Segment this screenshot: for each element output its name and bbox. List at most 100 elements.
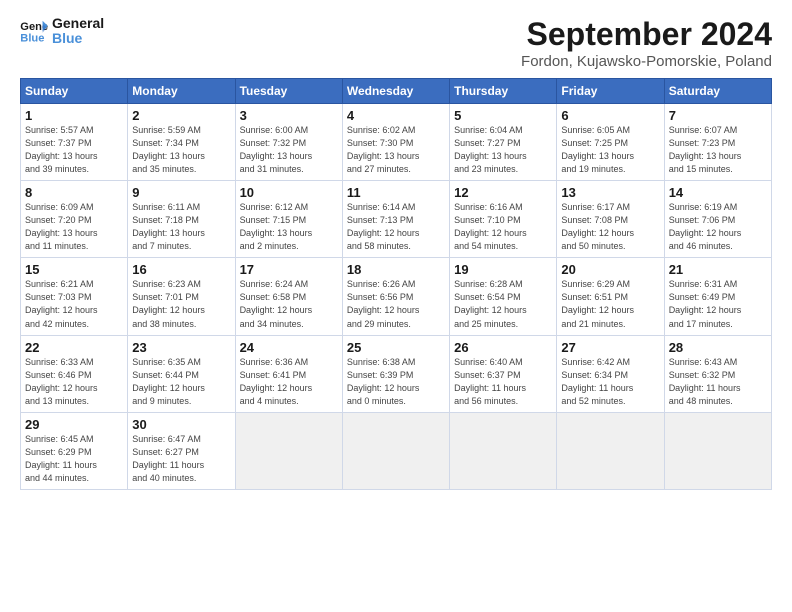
header: General Blue General Blue September 2024… <box>20 16 772 70</box>
day-info: Sunrise: 6:26 AM Sunset: 6:56 PM Dayligh… <box>347 278 445 330</box>
weekday-header: Friday <box>557 79 664 104</box>
day-info: Sunrise: 5:59 AM Sunset: 7:34 PM Dayligh… <box>132 124 230 176</box>
day-info: Sunrise: 6:47 AM Sunset: 6:27 PM Dayligh… <box>132 433 230 485</box>
weekday-header: Saturday <box>664 79 771 104</box>
logo-line1: General <box>52 16 104 31</box>
calendar-cell: 25Sunrise: 6:38 AM Sunset: 6:39 PM Dayli… <box>342 335 449 412</box>
day-number: 29 <box>25 417 123 432</box>
day-info: Sunrise: 6:45 AM Sunset: 6:29 PM Dayligh… <box>25 433 123 485</box>
calendar-cell: 20Sunrise: 6:29 AM Sunset: 6:51 PM Dayli… <box>557 258 664 335</box>
calendar-cell: 22Sunrise: 6:33 AM Sunset: 6:46 PM Dayli… <box>21 335 128 412</box>
day-number: 22 <box>25 340 123 355</box>
calendar-subtitle: Fordon, Kujawsko-Pomorskie, Poland <box>521 53 772 70</box>
calendar-cell: 29Sunrise: 6:45 AM Sunset: 6:29 PM Dayli… <box>21 412 128 489</box>
day-number: 21 <box>669 262 767 277</box>
day-number: 8 <box>25 185 123 200</box>
day-info: Sunrise: 6:14 AM Sunset: 7:13 PM Dayligh… <box>347 201 445 253</box>
calendar-cell: 8Sunrise: 6:09 AM Sunset: 7:20 PM Daylig… <box>21 181 128 258</box>
calendar-week-row: 29Sunrise: 6:45 AM Sunset: 6:29 PM Dayli… <box>21 412 772 489</box>
day-number: 27 <box>561 340 659 355</box>
day-number: 23 <box>132 340 230 355</box>
day-number: 17 <box>240 262 338 277</box>
day-info: Sunrise: 6:17 AM Sunset: 7:08 PM Dayligh… <box>561 201 659 253</box>
weekday-header: Tuesday <box>235 79 342 104</box>
calendar-cell: 18Sunrise: 6:26 AM Sunset: 6:56 PM Dayli… <box>342 258 449 335</box>
calendar-week-row: 1Sunrise: 5:57 AM Sunset: 7:37 PM Daylig… <box>21 104 772 181</box>
calendar-body: 1Sunrise: 5:57 AM Sunset: 7:37 PM Daylig… <box>21 104 772 490</box>
calendar-cell: 16Sunrise: 6:23 AM Sunset: 7:01 PM Dayli… <box>128 258 235 335</box>
calendar-cell: 10Sunrise: 6:12 AM Sunset: 7:15 PM Dayli… <box>235 181 342 258</box>
day-number: 16 <box>132 262 230 277</box>
day-info: Sunrise: 6:28 AM Sunset: 6:54 PM Dayligh… <box>454 278 552 330</box>
calendar-table: SundayMondayTuesdayWednesdayThursdayFrid… <box>20 78 772 490</box>
logo-line2: Blue <box>52 31 104 46</box>
day-number: 12 <box>454 185 552 200</box>
day-number: 11 <box>347 185 445 200</box>
weekday-header: Thursday <box>450 79 557 104</box>
day-number: 18 <box>347 262 445 277</box>
day-info: Sunrise: 6:23 AM Sunset: 7:01 PM Dayligh… <box>132 278 230 330</box>
calendar-cell: 26Sunrise: 6:40 AM Sunset: 6:37 PM Dayli… <box>450 335 557 412</box>
calendar-cell: 5Sunrise: 6:04 AM Sunset: 7:27 PM Daylig… <box>450 104 557 181</box>
calendar-cell <box>664 412 771 489</box>
calendar-cell: 13Sunrise: 6:17 AM Sunset: 7:08 PM Dayli… <box>557 181 664 258</box>
day-info: Sunrise: 6:19 AM Sunset: 7:06 PM Dayligh… <box>669 201 767 253</box>
calendar-cell: 14Sunrise: 6:19 AM Sunset: 7:06 PM Dayli… <box>664 181 771 258</box>
day-info: Sunrise: 6:12 AM Sunset: 7:15 PM Dayligh… <box>240 201 338 253</box>
day-info: Sunrise: 6:35 AM Sunset: 6:44 PM Dayligh… <box>132 356 230 408</box>
day-info: Sunrise: 5:57 AM Sunset: 7:37 PM Dayligh… <box>25 124 123 176</box>
day-info: Sunrise: 6:31 AM Sunset: 6:49 PM Dayligh… <box>669 278 767 330</box>
day-number: 7 <box>669 108 767 123</box>
calendar-cell: 9Sunrise: 6:11 AM Sunset: 7:18 PM Daylig… <box>128 181 235 258</box>
calendar-cell: 6Sunrise: 6:05 AM Sunset: 7:25 PM Daylig… <box>557 104 664 181</box>
calendar-cell: 23Sunrise: 6:35 AM Sunset: 6:44 PM Dayli… <box>128 335 235 412</box>
calendar-cell <box>235 412 342 489</box>
day-info: Sunrise: 6:29 AM Sunset: 6:51 PM Dayligh… <box>561 278 659 330</box>
day-info: Sunrise: 6:36 AM Sunset: 6:41 PM Dayligh… <box>240 356 338 408</box>
weekday-header-row: SundayMondayTuesdayWednesdayThursdayFrid… <box>21 79 772 104</box>
day-info: Sunrise: 6:02 AM Sunset: 7:30 PM Dayligh… <box>347 124 445 176</box>
day-info: Sunrise: 6:40 AM Sunset: 6:37 PM Dayligh… <box>454 356 552 408</box>
calendar-cell: 4Sunrise: 6:02 AM Sunset: 7:30 PM Daylig… <box>342 104 449 181</box>
calendar-cell: 15Sunrise: 6:21 AM Sunset: 7:03 PM Dayli… <box>21 258 128 335</box>
day-info: Sunrise: 6:11 AM Sunset: 7:18 PM Dayligh… <box>132 201 230 253</box>
day-number: 14 <box>669 185 767 200</box>
day-number: 2 <box>132 108 230 123</box>
day-info: Sunrise: 6:42 AM Sunset: 6:34 PM Dayligh… <box>561 356 659 408</box>
day-number: 24 <box>240 340 338 355</box>
logo-icon: General Blue <box>20 19 48 43</box>
calendar-cell: 11Sunrise: 6:14 AM Sunset: 7:13 PM Dayli… <box>342 181 449 258</box>
day-info: Sunrise: 6:09 AM Sunset: 7:20 PM Dayligh… <box>25 201 123 253</box>
calendar-cell: 17Sunrise: 6:24 AM Sunset: 6:58 PM Dayli… <box>235 258 342 335</box>
calendar-cell: 19Sunrise: 6:28 AM Sunset: 6:54 PM Dayli… <box>450 258 557 335</box>
calendar-cell: 1Sunrise: 5:57 AM Sunset: 7:37 PM Daylig… <box>21 104 128 181</box>
day-info: Sunrise: 6:24 AM Sunset: 6:58 PM Dayligh… <box>240 278 338 330</box>
day-number: 26 <box>454 340 552 355</box>
calendar-cell: 28Sunrise: 6:43 AM Sunset: 6:32 PM Dayli… <box>664 335 771 412</box>
weekday-header: Wednesday <box>342 79 449 104</box>
calendar-cell: 27Sunrise: 6:42 AM Sunset: 6:34 PM Dayli… <box>557 335 664 412</box>
day-number: 19 <box>454 262 552 277</box>
day-number: 25 <box>347 340 445 355</box>
weekday-header: Monday <box>128 79 235 104</box>
day-number: 20 <box>561 262 659 277</box>
calendar-cell: 30Sunrise: 6:47 AM Sunset: 6:27 PM Dayli… <box>128 412 235 489</box>
day-number: 4 <box>347 108 445 123</box>
calendar-title: September 2024 <box>521 16 772 53</box>
day-number: 10 <box>240 185 338 200</box>
day-info: Sunrise: 6:38 AM Sunset: 6:39 PM Dayligh… <box>347 356 445 408</box>
day-number: 15 <box>25 262 123 277</box>
day-info: Sunrise: 6:33 AM Sunset: 6:46 PM Dayligh… <box>25 356 123 408</box>
calendar-cell <box>342 412 449 489</box>
day-info: Sunrise: 6:00 AM Sunset: 7:32 PM Dayligh… <box>240 124 338 176</box>
day-number: 9 <box>132 185 230 200</box>
day-number: 1 <box>25 108 123 123</box>
day-info: Sunrise: 6:07 AM Sunset: 7:23 PM Dayligh… <box>669 124 767 176</box>
day-number: 5 <box>454 108 552 123</box>
calendar-week-row: 8Sunrise: 6:09 AM Sunset: 7:20 PM Daylig… <box>21 181 772 258</box>
day-info: Sunrise: 6:43 AM Sunset: 6:32 PM Dayligh… <box>669 356 767 408</box>
calendar-cell: 21Sunrise: 6:31 AM Sunset: 6:49 PM Dayli… <box>664 258 771 335</box>
title-block: September 2024 Fordon, Kujawsko-Pomorski… <box>521 16 772 70</box>
day-number: 3 <box>240 108 338 123</box>
calendar-cell: 7Sunrise: 6:07 AM Sunset: 7:23 PM Daylig… <box>664 104 771 181</box>
